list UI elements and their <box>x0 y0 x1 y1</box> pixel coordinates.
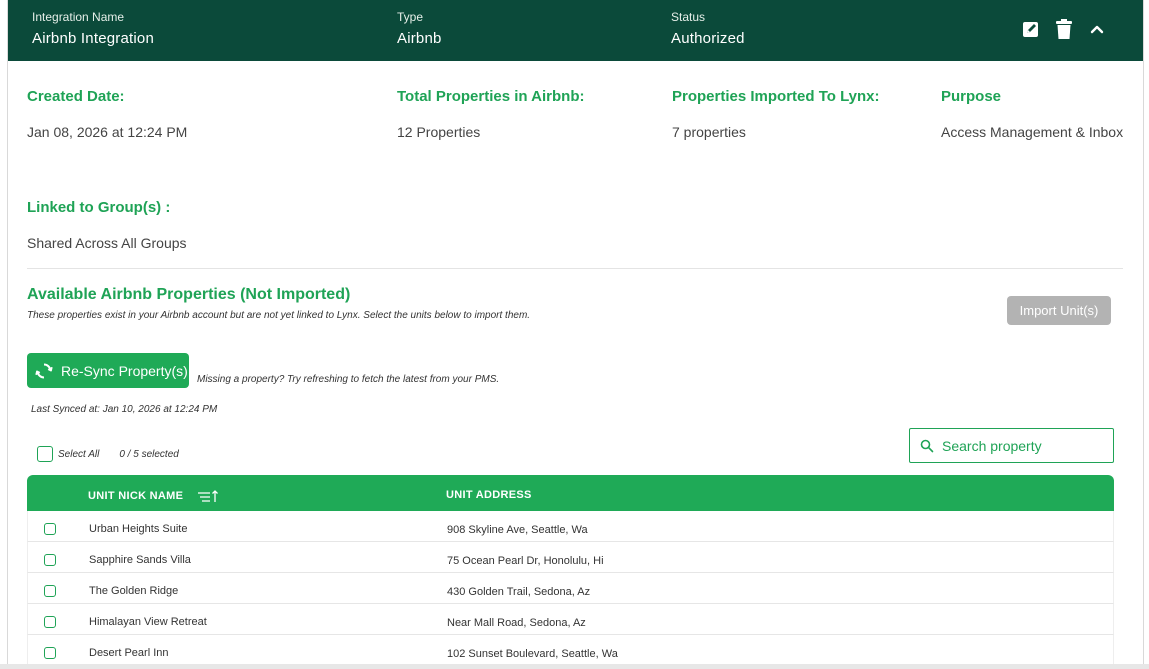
column-unit-nick-name-label: UNIT NICK NAME <box>88 490 184 502</box>
header-actions <box>1020 18 1119 40</box>
row-checkbox[interactable] <box>44 647 56 659</box>
linked-groups-label: Linked to Group(s) : <box>27 199 171 216</box>
row-checkbox[interactable] <box>44 523 56 535</box>
unit-address: Near Mall Road, Sedona, Az <box>447 617 586 629</box>
table-row[interactable]: Desert Pearl Inn 102 Sunset Boulevard, S… <box>27 635 1114 666</box>
integration-name-label: Integration Name <box>32 10 125 24</box>
search-box[interactable] <box>909 428 1114 463</box>
type-value: Airbnb <box>397 30 442 47</box>
purpose-value: Access Management & Inbox <box>941 124 1124 140</box>
search-input[interactable] <box>942 437 1102 454</box>
row-checkbox[interactable] <box>44 554 56 566</box>
table-header: UNIT NICK NAME UNIT ADDRESS <box>27 475 1114 511</box>
status-value: Authorized <box>671 30 745 47</box>
missing-property-note: Missing a property? Try refreshing to fe… <box>197 374 500 385</box>
column-unit-nick-name[interactable]: UNIT NICK NAME <box>88 489 219 503</box>
total-properties-label: Total Properties in Airbnb: <box>397 88 585 105</box>
selected-count: 0 / 5 selected <box>119 448 179 460</box>
row-checkbox[interactable] <box>44 616 56 628</box>
scroll-edge <box>0 664 1149 669</box>
resync-property-label: Re-Sync Property(s) <box>61 362 188 379</box>
properties-table: UNIT NICK NAME UNIT ADDRESS Urban Height… <box>27 475 1114 666</box>
unit-nick-name: Himalayan View Retreat <box>89 616 207 628</box>
imported-properties-label: Properties Imported To Lynx: <box>672 88 880 105</box>
import-units-label: Import Unit(s) <box>1019 303 1099 318</box>
unit-address: 102 Sunset Boulevard, Seattle, Wa <box>447 648 618 660</box>
table-row[interactable]: Sapphire Sands Villa 75 Ocean Pearl Dr, … <box>27 542 1114 573</box>
select-all-checkbox[interactable] <box>37 446 53 462</box>
import-units-button[interactable]: Import Unit(s) <box>1007 296 1111 325</box>
row-checkbox[interactable] <box>44 585 56 597</box>
chevron-up-icon[interactable] <box>1086 18 1108 40</box>
purpose-label: Purpose <box>941 88 1002 105</box>
column-unit-address[interactable]: UNIT ADDRESS <box>446 489 532 501</box>
search-icon <box>920 439 934 453</box>
created-date-label: Created Date: <box>27 88 125 105</box>
available-properties-title: Available Airbnb Properties (Not Importe… <box>27 286 351 303</box>
integration-card: Integration Name Airbnb Integration Type… <box>7 0 1144 669</box>
table-row[interactable]: Urban Heights Suite 908 Skyline Ave, Sea… <box>27 511 1114 542</box>
available-properties-description: These properties exist in your Airbnb ac… <box>27 310 531 321</box>
edit-icon[interactable] <box>1020 18 1042 40</box>
table-row[interactable]: The Golden Ridge 430 Golden Trail, Sedon… <box>27 573 1114 604</box>
total-properties-value: 12 Properties <box>397 124 481 140</box>
status-col: Status Authorized <box>671 10 745 47</box>
unit-address: 430 Golden Trail, Sedona, Az <box>447 586 591 598</box>
integration-name-col: Integration Name Airbnb Integration <box>32 10 154 47</box>
imported-properties-value: 7 properties <box>672 124 746 140</box>
select-all-row: Select All 0 / 5 selected <box>37 446 179 462</box>
integration-header[interactable]: Integration Name Airbnb Integration Type… <box>8 0 1143 61</box>
unit-nick-name: The Golden Ridge <box>89 585 179 597</box>
unit-address: 75 Ocean Pearl Dr, Honolulu, Hi <box>447 555 604 567</box>
trash-icon[interactable] <box>1053 18 1075 40</box>
unit-address: 908 Skyline Ave, Seattle, Wa <box>447 524 588 536</box>
type-label: Type <box>397 10 424 24</box>
unit-nick-name: Urban Heights Suite <box>89 523 188 535</box>
integration-name-value: Airbnb Integration <box>32 30 155 47</box>
resync-property-button[interactable]: Re-Sync Property(s) <box>27 353 189 388</box>
sort-icon[interactable] <box>197 489 219 503</box>
divider <box>27 268 1123 269</box>
status-label: Status <box>671 10 706 24</box>
last-synced-text: Last Synced at: Jan 10, 2026 at 12:24 PM <box>31 404 218 415</box>
sync-icon <box>35 362 53 380</box>
unit-nick-name: Desert Pearl Inn <box>89 647 169 659</box>
unit-nick-name: Sapphire Sands Villa <box>89 554 191 566</box>
table-row[interactable]: Himalayan View Retreat Near Mall Road, S… <box>27 604 1114 635</box>
select-all-label[interactable]: Select All <box>58 449 99 460</box>
type-col: Type Airbnb <box>397 10 442 47</box>
created-date-value: Jan 08, 2026 at 12:24 PM <box>27 124 188 140</box>
linked-groups-value: Shared Across All Groups <box>27 235 187 251</box>
